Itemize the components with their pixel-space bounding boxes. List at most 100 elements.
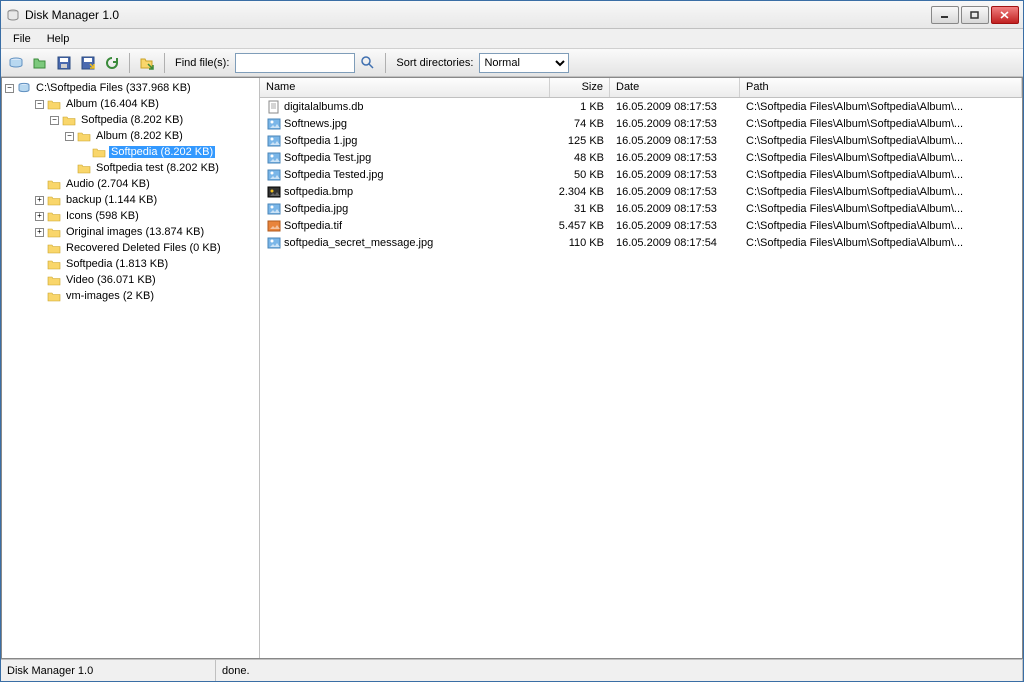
file-icon <box>266 100 282 114</box>
file-size-cell: 125 KB <box>550 135 610 147</box>
column-size[interactable]: Size <box>550 78 610 97</box>
list-item[interactable]: Softnews.jpg74 KB16.05.2009 08:17:53C:\S… <box>260 115 1022 132</box>
tree-node[interactable]: Softpedia test (8.202 KB) <box>2 160 259 176</box>
tree-node[interactable]: −Album (16.404 KB) <box>2 96 259 112</box>
window-buttons <box>931 6 1019 24</box>
column-path[interactable]: Path <box>740 78 1022 97</box>
file-path-cell: C:\Softpedia Files\Album\Softpedia\Album… <box>740 152 1022 164</box>
status-app: Disk Manager 1.0 <box>1 660 216 681</box>
file-path-cell: C:\Softpedia Files\Album\Softpedia\Album… <box>740 135 1022 147</box>
tree-node[interactable]: Softpedia (1.813 KB) <box>2 256 259 272</box>
tree-node[interactable]: Video (36.071 KB) <box>2 272 259 288</box>
menu-file[interactable]: File <box>5 31 39 47</box>
titlebar[interactable]: Disk Manager 1.0 <box>1 1 1023 29</box>
file-path-cell: C:\Softpedia Files\Album\Softpedia\Album… <box>740 203 1022 215</box>
expand-toggle[interactable]: − <box>5 84 14 93</box>
expand-toggle[interactable]: − <box>35 100 44 109</box>
tree-node-label: Softpedia test (8.202 KB) <box>94 162 221 174</box>
file-date-cell: 16.05.2009 08:17:53 <box>610 203 740 215</box>
list-item[interactable]: Softpedia 1.jpg125 KB16.05.2009 08:17:53… <box>260 132 1022 149</box>
expand-toggle[interactable]: + <box>35 196 44 205</box>
folder-icon <box>47 210 61 222</box>
close-button[interactable] <box>991 6 1019 24</box>
file-icon <box>266 219 282 233</box>
folder-icon <box>47 98 61 110</box>
file-size-cell: 50 KB <box>550 169 610 181</box>
tree-node[interactable]: vm-images (2 KB) <box>2 288 259 304</box>
tree-root[interactable]: − C:\Softpedia Files (337.968 KB) <box>2 80 259 96</box>
open-button[interactable] <box>29 52 51 74</box>
find-files-label: Find file(s): <box>171 57 233 69</box>
column-name[interactable]: Name <box>260 78 550 97</box>
list-item[interactable]: softpedia.bmp2.304 KB16.05.2009 08:17:53… <box>260 183 1022 200</box>
expand-toggle-empty <box>35 244 44 253</box>
find-files-input[interactable] <box>235 53 355 73</box>
statusbar: Disk Manager 1.0 done. <box>1 659 1023 681</box>
list-item[interactable]: Softpedia.jpg31 KB16.05.2009 08:17:53C:\… <box>260 200 1022 217</box>
tree-node[interactable]: +backup (1.144 KB) <box>2 192 259 208</box>
tree-node-label: Album (8.202 KB) <box>94 130 185 142</box>
tree-node[interactable]: +Original images (13.874 KB) <box>2 224 259 240</box>
browse-button[interactable] <box>136 52 158 74</box>
tree-node[interactable]: + Icons (598 KB) <box>2 208 259 224</box>
file-path-cell: C:\Softpedia Files\Album\Softpedia\Album… <box>740 220 1022 232</box>
refresh-button[interactable] <box>101 52 123 74</box>
list-item[interactable]: Softpedia.tif5.457 KB16.05.2009 08:17:53… <box>260 217 1022 234</box>
expand-toggle-empty <box>35 276 44 285</box>
tree-node[interactable]: Softpedia (8.202 KB) <box>2 144 259 160</box>
file-date-cell: 16.05.2009 08:17:53 <box>610 186 740 198</box>
folder-icon <box>92 146 106 158</box>
tree-node[interactable]: − Album (8.202 KB) <box>2 128 259 144</box>
list-item[interactable]: Softpedia Tested.jpg50 KB16.05.2009 08:1… <box>260 166 1022 183</box>
search-icon[interactable] <box>357 52 379 74</box>
menubar: File Help <box>1 29 1023 49</box>
expand-toggle-empty <box>35 260 44 269</box>
tree-node-label: Icons (598 KB) <box>64 210 141 222</box>
toolbar-separator <box>164 53 165 73</box>
minimize-button[interactable] <box>931 6 959 24</box>
tree-node-label: Softpedia (1.813 KB) <box>64 258 170 270</box>
file-name-cell: Softpedia Tested.jpg <box>260 168 550 182</box>
tree-node[interactable]: Recovered Deleted Files (0 KB) <box>2 240 259 256</box>
expand-toggle[interactable]: − <box>50 116 59 125</box>
file-date-cell: 16.05.2009 08:17:53 <box>610 135 740 147</box>
file-icon <box>266 236 282 250</box>
expand-toggle[interactable]: + <box>35 212 44 221</box>
file-size-cell: 5.457 KB <box>550 220 610 232</box>
file-icon <box>266 117 282 131</box>
tree-node[interactable]: − Softpedia (8.202 KB) <box>2 112 259 128</box>
file-date-cell: 16.05.2009 08:17:53 <box>610 118 740 130</box>
file-icon <box>266 185 282 199</box>
file-name-cell: softpedia.bmp <box>260 185 550 199</box>
file-date-cell: 16.05.2009 08:17:53 <box>610 169 740 181</box>
file-icon <box>266 202 282 216</box>
tree-node-label: Video (36.071 KB) <box>64 274 158 286</box>
file-listview[interactable]: Name Size Date Path digitalalbums.db1 KB… <box>260 78 1022 658</box>
scan-disk-button[interactable] <box>5 52 27 74</box>
expand-toggle-empty <box>65 164 74 173</box>
folder-icon <box>47 194 61 206</box>
file-path-cell: C:\Softpedia Files\Album\Softpedia\Album… <box>740 237 1022 249</box>
maximize-button[interactable] <box>961 6 989 24</box>
tree-node-label: Softpedia (8.202 KB) <box>109 146 215 158</box>
column-date[interactable]: Date <box>610 78 740 97</box>
menu-help[interactable]: Help <box>39 31 78 47</box>
file-date-cell: 16.05.2009 08:17:53 <box>610 220 740 232</box>
listview-header: Name Size Date Path <box>260 78 1022 98</box>
tree-node-label: Softpedia (8.202 KB) <box>79 114 185 126</box>
list-item[interactable]: digitalalbums.db1 KB16.05.2009 08:17:53C… <box>260 98 1022 115</box>
directory-tree[interactable]: − C:\Softpedia Files (337.968 KB) −Album… <box>2 78 260 658</box>
file-date-cell: 16.05.2009 08:17:53 <box>610 101 740 113</box>
list-item[interactable]: softpedia_secret_message.jpg110 KB16.05.… <box>260 234 1022 251</box>
sort-directories-select[interactable]: Normal <box>479 53 569 73</box>
folder-icon <box>47 274 61 286</box>
tree-node[interactable]: Audio (2.704 KB) <box>2 176 259 192</box>
save-button[interactable] <box>53 52 75 74</box>
file-name-cell: Softpedia 1.jpg <box>260 134 550 148</box>
list-item[interactable]: Softpedia Test.jpg48 KB16.05.2009 08:17:… <box>260 149 1022 166</box>
file-size-cell: 74 KB <box>550 118 610 130</box>
folder-icon <box>47 242 61 254</box>
expand-toggle[interactable]: − <box>65 132 74 141</box>
save-as-button[interactable] <box>77 52 99 74</box>
expand-toggle[interactable]: + <box>35 228 44 237</box>
